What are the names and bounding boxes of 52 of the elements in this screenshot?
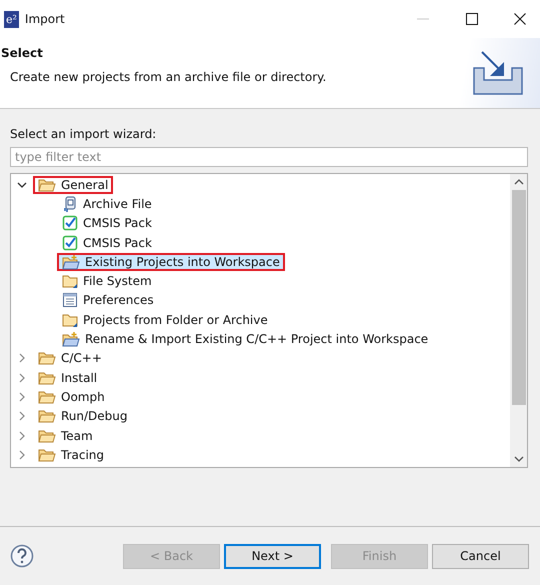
- app-logo-icon: e²: [4, 10, 19, 28]
- checkbox-icon: [62, 215, 78, 232]
- tree-item[interactable]: Archive File: [57, 194, 157, 213]
- window-title: Import: [24, 12, 65, 26]
- checkbox-icon: [62, 234, 78, 251]
- page-description: Create new projects from an archive file or directory.: [9, 69, 328, 84]
- expand-chevron-icon[interactable]: [17, 372, 27, 383]
- expand-chevron-icon[interactable]: [17, 392, 27, 402]
- folder-icon: [62, 273, 78, 290]
- tree-item[interactable]: Install: [33, 368, 102, 387]
- tree-item[interactable]: General: [33, 176, 114, 194]
- expand-chevron-icon[interactable]: [17, 430, 27, 440]
- tree-item[interactable]: Existing Projects into Workspace: [57, 252, 285, 271]
- tree-item[interactable]: Tracing: [33, 446, 110, 464]
- wizard-button[interactable]: Next >: [224, 544, 321, 568]
- tree-item[interactable]: C/C++: [33, 349, 107, 368]
- tree-item[interactable]: CMSIS Pack: [57, 234, 157, 252]
- scroll-up-icon[interactable]: [514, 178, 524, 186]
- folder-icon: [38, 178, 56, 192]
- scroll-down-icon[interactable]: [514, 455, 524, 463]
- tree-item[interactable]: Oomph: [33, 388, 110, 406]
- expand-chevron-icon[interactable]: [17, 411, 27, 422]
- folder-icon: [38, 390, 56, 404]
- wizard-label: Select an import wizard:: [10, 127, 158, 141]
- folder-icon: [62, 312, 78, 328]
- folder-import-icon: [62, 254, 80, 270]
- folder-icon: [38, 409, 56, 424]
- scrollbar[interactable]: [510, 174, 527, 467]
- folder-import-icon: [62, 331, 80, 348]
- expand-chevron-icon[interactable]: [17, 353, 27, 364]
- tree-item[interactable]: Rename & Import Existing C/C++ Project into Workspace: [57, 330, 434, 348]
- folder-icon: [38, 370, 56, 385]
- collapse-chevron-icon[interactable]: [17, 180, 27, 190]
- filter-field[interactable]: type filter text: [10, 147, 528, 167]
- tree-item[interactable]: Run/Debug: [33, 407, 133, 426]
- tree-item[interactable]: Projects from Folder or Archive: [57, 310, 273, 329]
- list-window-icon: [62, 292, 78, 308]
- page-title: Select: [0, 46, 44, 60]
- folder-icon: [38, 428, 56, 442]
- tree-item[interactable]: CMSIS Pack: [57, 214, 157, 232]
- expand-chevron-icon[interactable]: [17, 450, 27, 460]
- scrollbar-thumb[interactable]: [512, 190, 526, 405]
- archive-jar-icon: [62, 196, 78, 212]
- help-icon[interactable]: [10, 544, 34, 568]
- tree-item[interactable]: Team: [33, 426, 98, 444]
- close-icon[interactable]: [514, 13, 526, 25]
- maximize-icon[interactable]: [466, 13, 478, 25]
- tree-item[interactable]: File System: [57, 272, 157, 290]
- folder-icon: [38, 351, 56, 366]
- tree-item[interactable]: Preferences: [57, 291, 159, 310]
- wizard-button[interactable]: Cancel: [432, 544, 529, 568]
- folder-icon: [38, 448, 56, 462]
